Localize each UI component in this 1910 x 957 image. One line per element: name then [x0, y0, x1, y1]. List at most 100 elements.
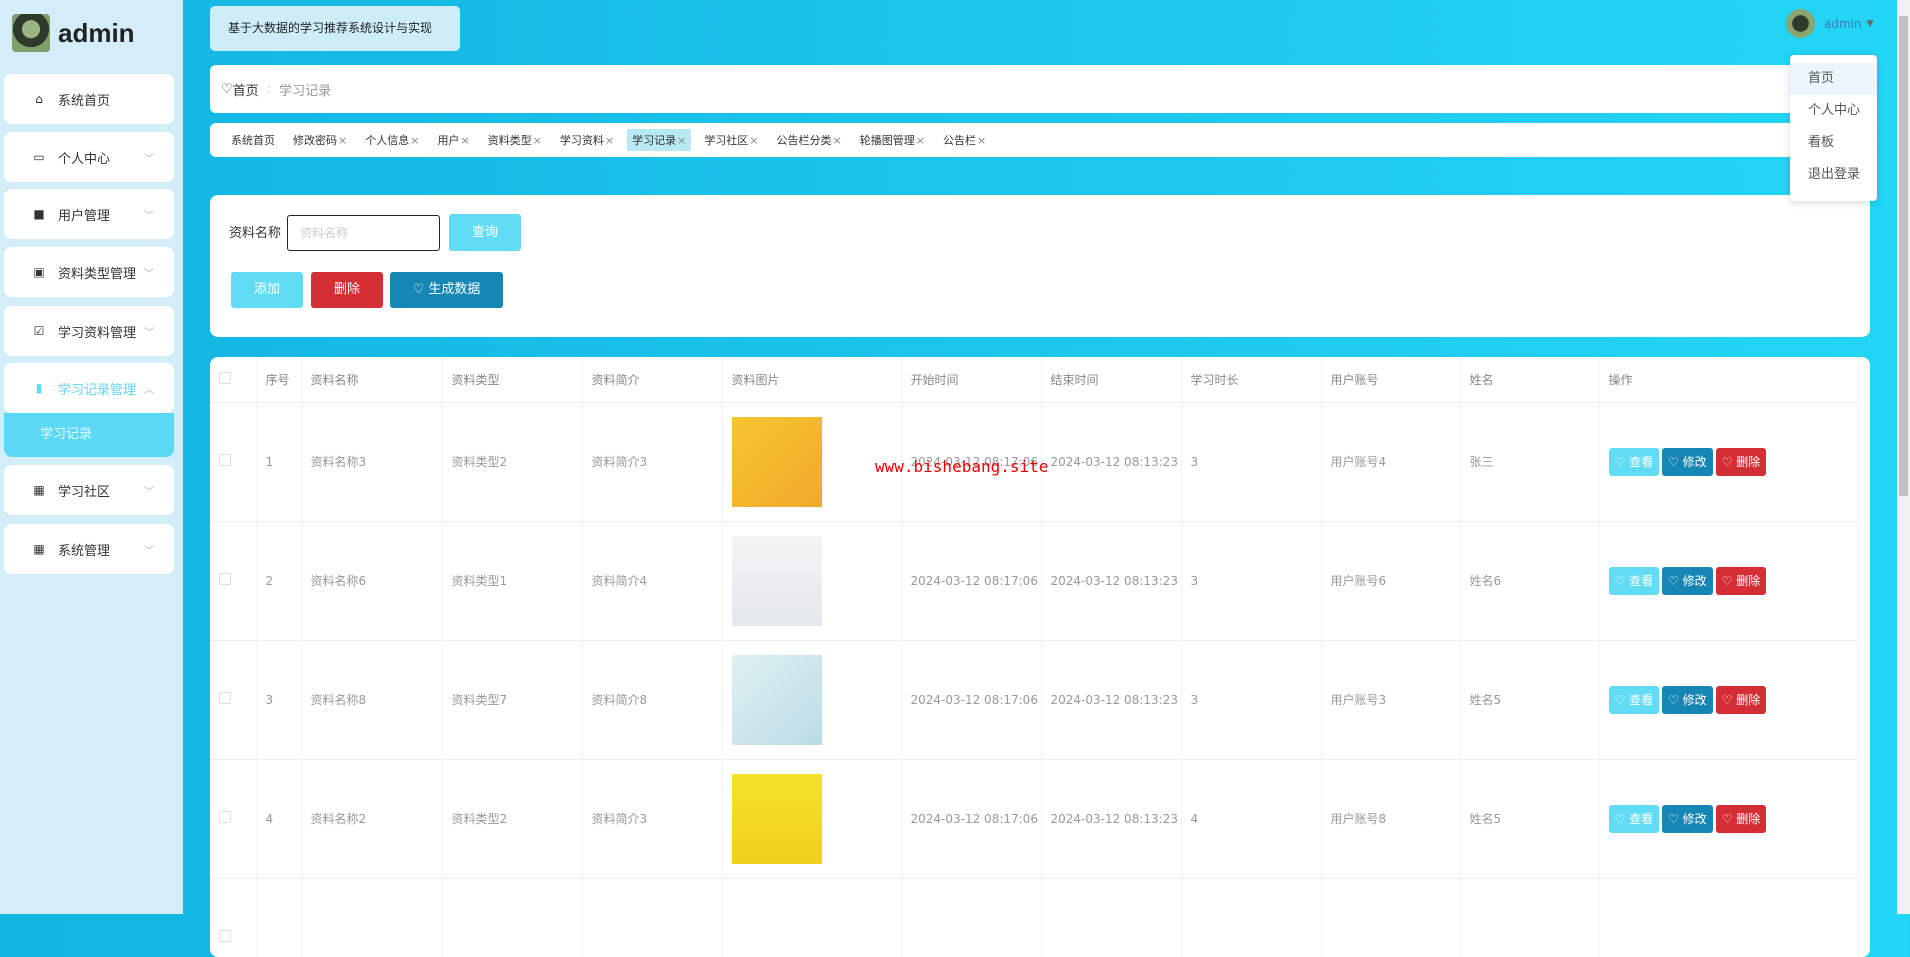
sidebar-item-label: 个人中心: [58, 151, 111, 167]
row-checkbox[interactable]: [210, 878, 257, 957]
table-row: 2 资料名称6 资料类型1 资料简介4 2024-03-12 08:17:06 2024-…: [210, 521, 1859, 641]
tab-label: 用户: [437, 134, 460, 147]
table-cell: 资料名称8: [301, 640, 443, 760]
delete-row-button[interactable]: ♡ 删除: [1715, 566, 1767, 595]
view-button[interactable]: ♡ 查看: [1608, 447, 1660, 476]
table-cell: 资料类型1: [442, 521, 583, 641]
ticket-icon: ■: [33, 207, 45, 221]
table-cell: 用户账号6: [1321, 521, 1461, 641]
close-icon[interactable]: ×: [749, 134, 758, 147]
close-icon[interactable]: ×: [410, 134, 419, 147]
edit-button[interactable]: ♡ 修改: [1662, 685, 1713, 714]
view-button[interactable]: ♡ 查看: [1608, 685, 1660, 714]
table-cell: 2024-03-12 08:13:23: [1041, 521, 1182, 641]
clipboard-icon: ☑: [33, 324, 45, 338]
edit-button[interactable]: ♡ 修改: [1662, 804, 1713, 833]
view-button[interactable]: ♡ 查看: [1608, 566, 1660, 595]
sidebar-item-home[interactable]: ⌂ 系统首页: [4, 74, 174, 124]
tab-item[interactable]: 用户×: [432, 129, 474, 151]
dropdown-item-logout[interactable]: 退出登录: [1790, 159, 1877, 191]
chevron-down-icon: ﹀: [144, 486, 154, 498]
dropdown-item-home[interactable]: 首页: [1790, 63, 1877, 95]
table-cell: 姓名5: [1460, 640, 1600, 760]
grid-icon: ▦: [33, 542, 45, 556]
edit-button[interactable]: ♡ 修改: [1662, 566, 1713, 595]
table-cell: 2: [256, 521, 302, 641]
table-row: 3 资料名称8 资料类型7 资料简介8 2024-03-12 08:17:06 2024-…: [210, 640, 1859, 760]
sidebar-item-system[interactable]: ▦ 系统管理 ﹀: [4, 524, 174, 574]
table-cell: 3: [256, 640, 302, 760]
close-icon[interactable]: ×: [533, 134, 542, 147]
column-header: 资料图片: [722, 357, 902, 403]
sidebar-item-material-types[interactable]: ▣ 资料类型管理 ﹀: [4, 247, 174, 297]
sidebar-item-label: 系统管理: [58, 543, 111, 559]
close-icon[interactable]: ×: [605, 134, 614, 147]
close-icon[interactable]: ×: [916, 134, 925, 147]
scrollbar-thumb[interactable]: [1899, 16, 1908, 496]
row-checkbox[interactable]: [210, 521, 257, 641]
table-cell: 资料简介3: [582, 759, 723, 879]
close-icon[interactable]: ×: [677, 134, 686, 147]
close-icon[interactable]: ×: [460, 134, 469, 147]
sidebar-item-users[interactable]: ■ 用户管理 ﹀: [4, 189, 174, 239]
chart-icon: ▣: [33, 265, 45, 279]
select-all-checkbox[interactable]: [210, 357, 257, 403]
table-cell: [1181, 878, 1322, 957]
generate-label: 生成数据: [428, 282, 481, 297]
row-checkbox[interactable]: [210, 759, 257, 879]
close-icon[interactable]: ×: [977, 134, 986, 147]
column-header: 序号: [256, 357, 302, 403]
tab-item[interactable]: 资料类型×: [483, 129, 547, 151]
column-header: 资料名称: [301, 357, 443, 403]
edit-label: 修改: [1682, 454, 1707, 469]
tab-item[interactable]: 轮播图管理×: [855, 129, 930, 151]
table-cell: 1: [256, 402, 302, 522]
chevron-up-icon: ︿: [144, 384, 154, 396]
view-label: 查看: [1629, 573, 1654, 588]
close-icon[interactable]: ×: [338, 134, 347, 147]
scrollbar[interactable]: [1897, 0, 1910, 914]
row-checkbox[interactable]: [210, 402, 257, 522]
edit-button[interactable]: ♡ 修改: [1662, 447, 1713, 476]
sidebar: admin ⌂ 系统首页 ▭ 个人中心 ﹀ ■ 用户管理 ﹀ ▣ 资料类型管理 ﹀ ☑ 学习资料…: [0, 0, 183, 914]
tab-item[interactable]: 学习社区×: [699, 129, 763, 151]
delete-row-button[interactable]: ♡ 删除: [1715, 447, 1767, 476]
delete-button[interactable]: 删除: [311, 272, 383, 308]
row-checkbox[interactable]: [210, 640, 257, 760]
table-cell: [1321, 878, 1461, 957]
tab-item[interactable]: 个人信息×: [360, 129, 424, 151]
sidebar-subitem-records[interactable]: 学习记录: [4, 413, 174, 457]
search-input[interactable]: 资料名称: [287, 215, 440, 251]
tab-item[interactable]: 公告栏分类×: [772, 129, 847, 151]
view-button[interactable]: ♡ 查看: [1608, 804, 1660, 833]
sidebar-item-personal[interactable]: ▭ 个人中心 ﹀: [4, 132, 174, 182]
actions-cell: ♡ 查看 ♡ 修改 ♡ 删除: [1599, 759, 1859, 879]
tab-item[interactable]: 修改密码×: [288, 129, 352, 151]
sidebar-item-label: 用户管理: [58, 208, 111, 224]
breadcrumb-home[interactable]: 首页: [233, 80, 259, 99]
tab-item[interactable]: 公告栏×: [938, 129, 991, 151]
sidebar-item-community[interactable]: ▦ 学习社区 ﹀: [4, 465, 174, 515]
table-cell: [901, 878, 1042, 957]
table-cell: [442, 878, 583, 957]
table-cell: 2024-03-12 08:13:23: [1041, 640, 1182, 760]
sidebar-item-label: 系统首页: [58, 93, 111, 109]
edit-label: 修改: [1682, 811, 1707, 826]
tab-item[interactable]: 系统首页: [226, 129, 280, 151]
chevron-down-icon: ﹀: [144, 545, 154, 557]
dropdown-item-personal[interactable]: 个人中心: [1790, 95, 1877, 127]
query-button[interactable]: 查询: [449, 214, 521, 251]
user-menu[interactable]: admin ▼: [1786, 9, 1874, 38]
dropdown-item-dashboard[interactable]: 看板: [1790, 127, 1877, 159]
sidebar-item-materials[interactable]: ☑ 学习资料管理 ﹀: [4, 306, 174, 356]
delete-row-button[interactable]: ♡ 删除: [1715, 804, 1767, 833]
tab-item[interactable]: 学习记录×: [627, 129, 692, 151]
watermark: www.bishebang.site: [875, 457, 1049, 476]
generate-data-button[interactable]: ♡ 生成数据: [390, 272, 503, 308]
tab-item[interactable]: 学习资料×: [555, 129, 619, 151]
material-image: [722, 759, 902, 879]
close-icon[interactable]: ×: [833, 134, 842, 147]
delete-row-button[interactable]: ♡ 删除: [1715, 685, 1767, 714]
sidebar-item-records[interactable]: ▮ 学习记录管理 ︿: [4, 363, 174, 413]
add-button[interactable]: 添加: [231, 272, 303, 308]
